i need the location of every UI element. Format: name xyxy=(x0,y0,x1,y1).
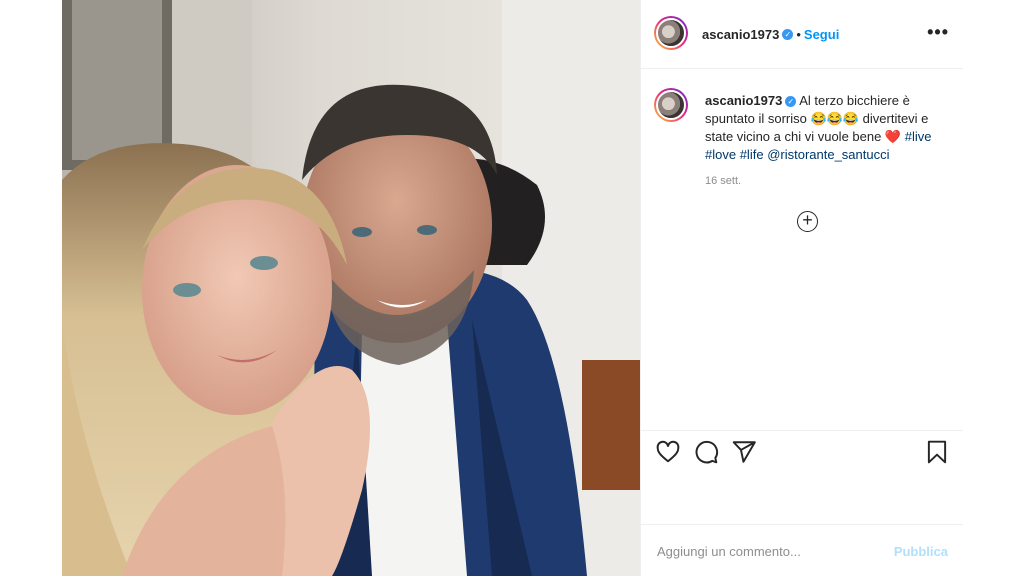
publish-button[interactable]: Pubblica xyxy=(894,544,948,559)
post-header: ascanio1973 ✓ • Segui ••• xyxy=(641,0,963,69)
heart-icon[interactable] xyxy=(655,439,681,465)
share-icon[interactable] xyxy=(731,439,757,465)
verified-badge-icon: ✓ xyxy=(782,29,794,41)
comment-box: Aggiungi un commento... Pubblica xyxy=(641,524,963,577)
instagram-post: ascanio1973 ✓ • Segui ••• ascanio1973 ✓ Al t… xyxy=(62,0,963,576)
hashtag-link[interactable]: #live xyxy=(905,129,932,144)
username-link[interactable]: ascanio1973 xyxy=(702,27,779,42)
bookmark-icon[interactable] xyxy=(924,439,950,465)
comment-input[interactable]: Aggiungi un commento... xyxy=(657,544,801,559)
avatar[interactable] xyxy=(654,16,688,50)
caption-username-link[interactable]: ascanio1973 xyxy=(705,93,782,108)
mention-link[interactable]: @ristorante_santucci xyxy=(767,147,889,162)
post-caption: ascanio1973 ✓ Al terzo bicchiere è spunta… xyxy=(705,92,953,164)
plus-circle-icon[interactable]: + xyxy=(797,211,818,232)
comment-icon[interactable] xyxy=(693,439,719,465)
action-bar xyxy=(641,430,963,475)
header-user-row: ascanio1973 ✓ • Segui xyxy=(702,26,839,44)
follow-button[interactable]: Segui xyxy=(804,27,839,42)
post-sidebar: ascanio1973 ✓ • Segui ••• ascanio1973 ✓ Al t… xyxy=(640,0,963,576)
hashtag-link[interactable]: #love xyxy=(705,147,736,162)
more-options-icon[interactable]: ••• xyxy=(927,22,949,43)
post-timestamp[interactable]: 16 sett. xyxy=(705,175,741,187)
separator-dot: • xyxy=(796,27,801,42)
post-photo[interactable] xyxy=(62,0,640,576)
verified-badge-icon: ✓ xyxy=(785,96,797,108)
caption-avatar[interactable] xyxy=(654,88,688,122)
selfie-illustration xyxy=(62,0,640,576)
hashtag-link[interactable]: #life xyxy=(740,147,764,162)
